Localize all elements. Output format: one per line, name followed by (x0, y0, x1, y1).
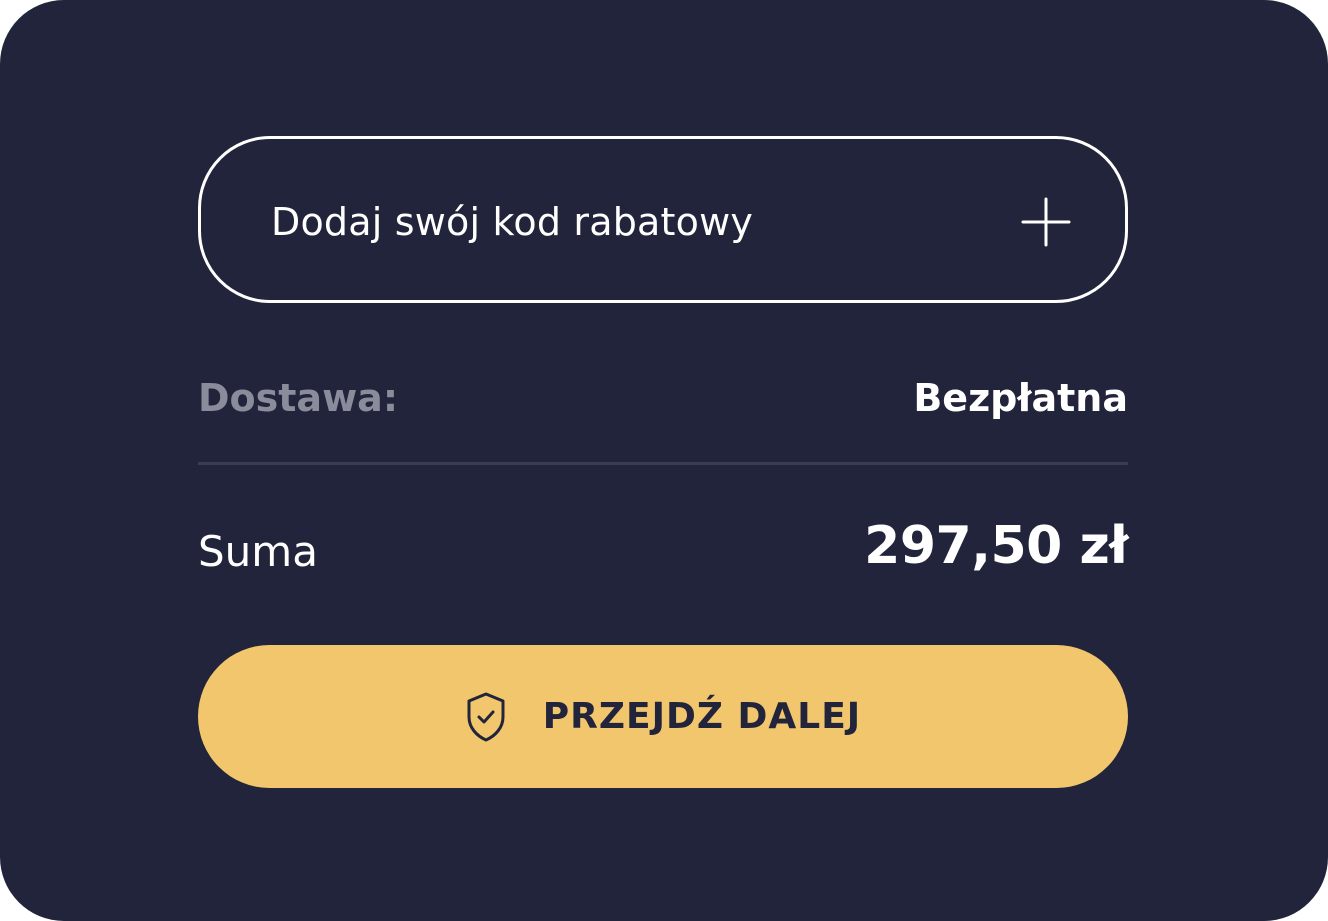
total-value: 297,50 zł (864, 516, 1128, 576)
total-row: Suma 297,50 zł (198, 510, 1128, 586)
proceed-button[interactable]: PRZEJDŹ DALEJ (198, 645, 1128, 788)
checkout-summary-card: Dodaj swój kod rabatowy Dostawa: Bezpłat… (0, 0, 1328, 921)
add-discount-code-button[interactable]: Dodaj swój kod rabatowy (198, 136, 1128, 303)
proceed-button-label: PRZEJDŹ DALEJ (542, 695, 862, 737)
shield-check-icon (467, 692, 505, 741)
discount-code-label: Dodaj swój kod rabatowy (271, 200, 754, 244)
divider (198, 462, 1128, 465)
plus-icon (1021, 197, 1071, 247)
total-label: Suma (198, 527, 318, 576)
delivery-label: Dostawa: (198, 376, 399, 420)
delivery-value: Bezpłatna (913, 376, 1128, 420)
delivery-row: Dostawa: Bezpłatna (198, 372, 1128, 428)
